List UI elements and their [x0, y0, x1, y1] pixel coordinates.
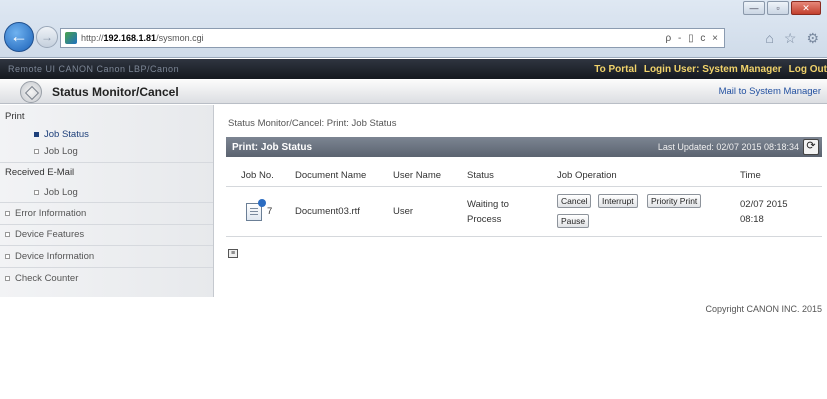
interrupt-button[interactable]: Interrupt — [598, 194, 638, 208]
maximize-button[interactable]: ▫ — [767, 1, 789, 15]
user-name: User — [393, 206, 414, 217]
sidebar-item-device-information[interactable]: Device Information — [5, 251, 94, 262]
panel-title: Print: Job Status — [232, 141, 313, 153]
close-window-button[interactable]: ✕ — [791, 1, 821, 15]
column-header-document-name: Document Name — [295, 170, 367, 181]
sidebar-section-print: Print — [5, 111, 25, 122]
sidebar-divider — [0, 224, 213, 225]
bullet-icon — [34, 132, 39, 137]
address-tools[interactable]: ρ - ▯ c × — [666, 33, 720, 44]
page-title: Status Monitor/Cancel — [52, 84, 179, 99]
sidebar-item-error-information[interactable]: Error Information — [5, 208, 86, 219]
bullet-icon — [5, 276, 10, 281]
column-header-user-name: User Name — [393, 170, 442, 181]
browser-window: { "browser": { "url_prefix": "http://", … — [0, 0, 827, 399]
sidebar-item-email-job-log[interactable]: Job Log — [34, 187, 78, 198]
back-button[interactable]: ← — [4, 22, 34, 52]
sidebar-section-received-email: Received E-Mail — [5, 167, 75, 178]
document-name: Document03.rtf — [295, 206, 360, 217]
to-portal-link[interactable]: To Portal — [594, 64, 637, 75]
pause-button[interactable]: Pause — [557, 214, 590, 228]
site-favicon-icon — [65, 32, 77, 44]
print-job-document-icon — [246, 199, 266, 221]
favorites-star-icon[interactable]: ☆ — [784, 30, 797, 47]
home-icon[interactable]: ⌂ — [765, 30, 773, 47]
minimize-button[interactable]: — — [743, 1, 765, 15]
job-time-date: 02/07 2015 — [740, 199, 788, 210]
refresh-icon[interactable]: ⟳ — [803, 139, 819, 155]
browser-toolbar: — ▫ ✕ ← → http://192.168.1.81/sysmon.cgi… — [0, 0, 827, 58]
forward-button[interactable]: → — [36, 26, 58, 48]
login-user-name: System Manager — [702, 63, 782, 75]
page-title-bar: Status Monitor/Cancel Mail to System Man… — [0, 80, 827, 104]
sidebar-divider — [0, 162, 213, 163]
bullet-icon — [5, 211, 10, 216]
copyright-text: Copyright CANON INC. 2015 — [705, 304, 822, 314]
column-header-job-operation: Job Operation — [557, 170, 617, 181]
sidebar: Print Job Status Job Log Received E-Mail… — [0, 105, 214, 297]
app-header-bar: Remote UI CANON Canon LBP/Canon To Porta… — [0, 59, 827, 79]
column-header-job-no: Job No. — [241, 170, 274, 181]
sidebar-item-print-job-log[interactable]: Job Log — [34, 146, 78, 157]
last-updated: Last Updated: 02/07 2015 08:18:34 — [657, 142, 799, 152]
bullet-icon — [5, 254, 10, 259]
header-links: To Portal Login User: System Manager Log… — [594, 64, 827, 75]
window-controls: — ▫ ✕ — [743, 1, 821, 15]
pager-icon[interactable]: ≡ — [228, 249, 238, 258]
cancel-button[interactable]: Cancel — [557, 194, 592, 208]
job-number[interactable]: 7 — [267, 205, 272, 219]
sidebar-divider — [0, 267, 213, 268]
sidebar-item-job-status[interactable]: Job Status — [34, 129, 89, 140]
sidebar-divider — [0, 202, 213, 203]
bullet-icon — [34, 190, 39, 195]
browser-tool-icons: ⌂ ☆ ⚙ — [765, 30, 819, 47]
header-device-text: Remote UI CANON Canon LBP/Canon — [8, 64, 180, 74]
address-bar[interactable]: http://192.168.1.81/sysmon.cgi ρ - ▯ c × — [60, 28, 725, 48]
table-row-divider — [226, 236, 822, 237]
breadcrumb: Status Monitor/Cancel: Print: Job Status — [228, 118, 397, 129]
bullet-icon — [5, 232, 10, 237]
job-status-panel-header: Print: Job Status Last Updated: 02/07 20… — [226, 137, 822, 157]
sidebar-item-check-counter[interactable]: Check Counter — [5, 273, 78, 284]
settings-gear-icon[interactable]: ⚙ — [806, 30, 819, 47]
address-url: http://192.168.1.81/sysmon.cgi — [81, 33, 204, 43]
sidebar-divider — [0, 245, 213, 246]
priority-print-button[interactable]: Priority Print — [647, 194, 702, 208]
logout-link[interactable]: Log Out — [789, 64, 827, 75]
job-status-line1: Waiting to — [467, 199, 509, 210]
sidebar-item-device-features[interactable]: Device Features — [5, 229, 84, 240]
column-header-time: Time — [740, 170, 761, 181]
job-time-clock: 08:18 — [740, 214, 764, 225]
mail-to-system-manager-link[interactable]: Mail to System Manager — [719, 86, 821, 97]
column-header-status: Status — [467, 170, 494, 181]
job-status-line2: Process — [467, 214, 502, 225]
login-user-label: Login User: — [643, 63, 700, 75]
bullet-icon — [34, 149, 39, 154]
table-header-divider — [226, 186, 822, 187]
status-monitor-icon — [20, 80, 42, 103]
